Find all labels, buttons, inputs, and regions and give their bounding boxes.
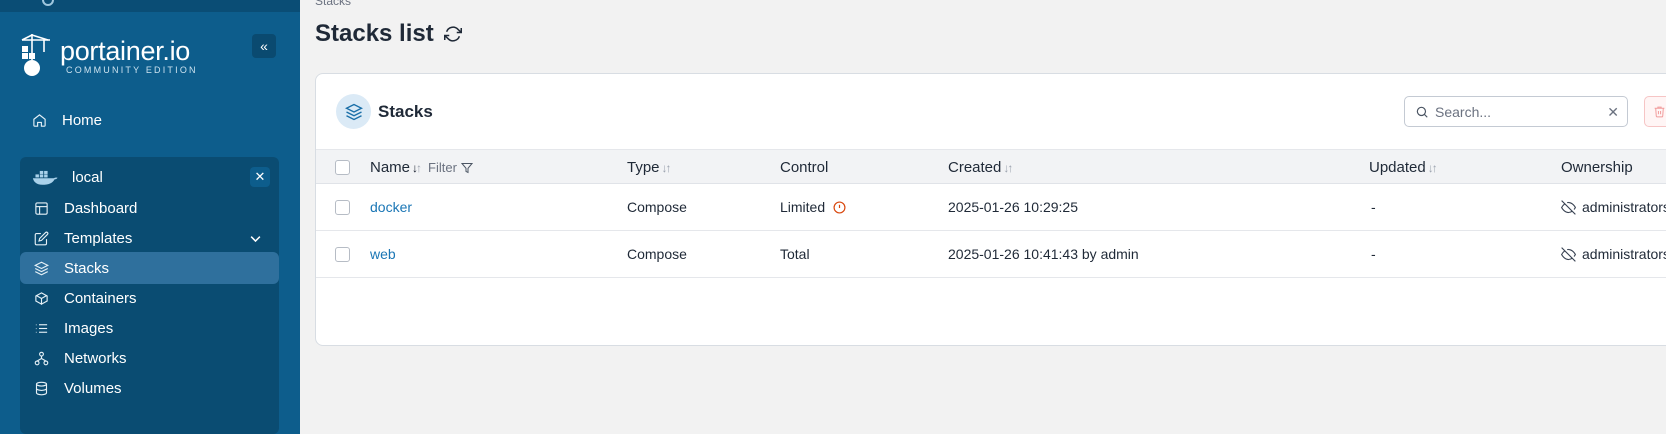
select-all-checkbox[interactable] — [335, 160, 350, 175]
sidebar-item-label: Stacks — [64, 259, 110, 277]
sort-desc-icon: ↓↑ — [412, 160, 422, 175]
stack-created: 2025-01-26 10:29:25 — [948, 199, 1078, 215]
stack-updated: - — [1371, 199, 1376, 215]
docker-icon — [32, 170, 58, 185]
sort-icon: ↓↑ — [1427, 160, 1438, 175]
sidebar-item-label: Home — [62, 111, 103, 129]
column-header-ownership[interactable]: Ownership — [1561, 159, 1633, 176]
refresh-icon[interactable] — [443, 25, 462, 43]
sidebar-item-label: Images — [64, 319, 114, 337]
control-label: Limited — [780, 199, 826, 215]
trash-icon — [1654, 106, 1665, 118]
layers-icon — [32, 259, 50, 277]
stack-ownership: administrators — [1561, 199, 1666, 215]
home-icon — [30, 111, 48, 129]
list-icon — [32, 319, 50, 337]
row-checkbox[interactable] — [335, 247, 350, 262]
filter-icon — [460, 162, 473, 173]
stack-name-link[interactable]: web — [370, 246, 396, 262]
chevron-down-icon[interactable] — [248, 231, 263, 246]
sort-icon: ↓↑ — [1003, 160, 1013, 175]
stacks-card: Stacks ✕ Name ↓↑ Filter Type — [315, 73, 1666, 346]
environment-name: local — [72, 168, 103, 186]
close-icon: ✕ — [254, 169, 266, 184]
sidebar-item-label: Containers — [64, 289, 137, 307]
sidebar-item-label: Dashboard — [64, 199, 138, 217]
sidebar-item-volumes[interactable]: Volumes — [20, 372, 279, 404]
sort-icon: ↓↑ — [661, 160, 672, 175]
search-icon — [1416, 106, 1428, 118]
column-label: Name — [370, 159, 411, 176]
double-chevron-left-icon: « — [260, 38, 268, 54]
remove-button[interactable] — [1644, 96, 1666, 127]
search-box[interactable]: ✕ — [1404, 96, 1628, 127]
alert-circle-icon[interactable] — [833, 200, 846, 214]
stack-created: 2025-01-26 10:41:43 by admin — [948, 246, 1139, 262]
main-content: Stacks Stacks list Stacks ✕ Name — [300, 0, 1666, 434]
ownership-label: administrators — [1582, 199, 1666, 215]
column-label: Control — [780, 159, 829, 176]
layers-icon — [344, 103, 363, 120]
stacks-header-icon — [336, 94, 371, 129]
stack-name-link[interactable]: docker — [370, 199, 412, 215]
column-header-created[interactable]: Created ↓↑ — [948, 159, 1013, 176]
portainer-logo[interactable]: portainer.io COMMUNITY EDITION — [18, 32, 218, 82]
filter-button[interactable]: Filter — [428, 160, 473, 175]
table-row: docker Compose Limited 2025-01-26 10:29:… — [316, 184, 1666, 231]
collapse-sidebar-button[interactable]: « — [252, 34, 276, 58]
table-row: web Compose Total 2025-01-26 10:41:43 by… — [316, 231, 1666, 278]
column-header-type[interactable]: Type ↓↑ — [627, 159, 672, 176]
row-checkbox[interactable] — [335, 200, 350, 215]
stack-ownership: administrators — [1561, 246, 1666, 262]
box-icon — [32, 289, 50, 307]
top-strip-icon — [42, 0, 54, 6]
sidebar-item-home[interactable]: Home — [20, 104, 279, 136]
filter-label: Filter — [428, 160, 457, 175]
sidebar-item-dashboard[interactable]: Dashboard — [20, 192, 279, 224]
close-environment-button[interactable]: ✕ — [250, 167, 270, 187]
network-icon — [32, 349, 50, 367]
page-title: Stacks list — [315, 20, 462, 48]
clear-search-icon[interactable]: ✕ — [1607, 104, 1619, 121]
breadcrumb[interactable]: Stacks — [315, 0, 351, 8]
stack-control: Total — [780, 246, 810, 262]
environment-header[interactable]: local ✕ — [20, 157, 279, 197]
table-header: Name ↓↑ Filter Type ↓↑ Control Created ↓… — [316, 149, 1666, 184]
environment-section: local ✕ Dashboard Templates Stacks Conta… — [20, 157, 279, 434]
dashboard-icon — [32, 199, 50, 217]
crane-logo-icon — [21, 34, 50, 76]
sidebar-item-images[interactable]: Images — [20, 312, 279, 344]
column-header-name[interactable]: Name ↓↑ Filter — [370, 159, 473, 176]
stack-type: Compose — [627, 199, 687, 215]
column-label: Ownership — [1561, 159, 1633, 176]
card-header: Stacks ✕ — [316, 74, 1666, 149]
page-title-text: Stacks list — [315, 20, 434, 47]
column-label: Type — [627, 159, 660, 176]
database-icon — [32, 379, 50, 397]
sidebar-item-templates[interactable]: Templates — [20, 222, 279, 254]
eye-off-icon — [1561, 246, 1576, 262]
brand-name: portainer.io — [60, 36, 190, 66]
sidebar-item-stacks[interactable]: Stacks — [20, 252, 279, 284]
sidebar-top-strip — [0, 0, 300, 12]
card-title: Stacks — [378, 102, 433, 121]
eye-off-icon — [1561, 199, 1576, 215]
column-label: Created — [948, 159, 1002, 176]
column-header-updated[interactable]: Updated ↓↑ — [1369, 159, 1438, 176]
sidebar-item-label: Networks — [64, 349, 127, 367]
column-header-control: Control — [780, 159, 828, 176]
search-input[interactable] — [1435, 103, 1605, 120]
sidebar-item-networks[interactable]: Networks — [20, 342, 279, 374]
ownership-label: administrators — [1582, 246, 1666, 262]
sidebar-item-containers[interactable]: Containers — [20, 282, 279, 314]
sidebar: portainer.io COMMUNITY EDITION « Home lo… — [0, 0, 300, 434]
edit-icon — [32, 229, 50, 247]
stack-control: Limited — [780, 199, 846, 215]
stack-type: Compose — [627, 246, 687, 262]
brand-edition: COMMUNITY EDITION — [66, 65, 198, 75]
stack-updated: - — [1371, 246, 1376, 262]
column-label: Updated — [1369, 159, 1426, 176]
sidebar-item-label: Templates — [64, 229, 133, 247]
sidebar-item-label: Volumes — [64, 379, 122, 397]
